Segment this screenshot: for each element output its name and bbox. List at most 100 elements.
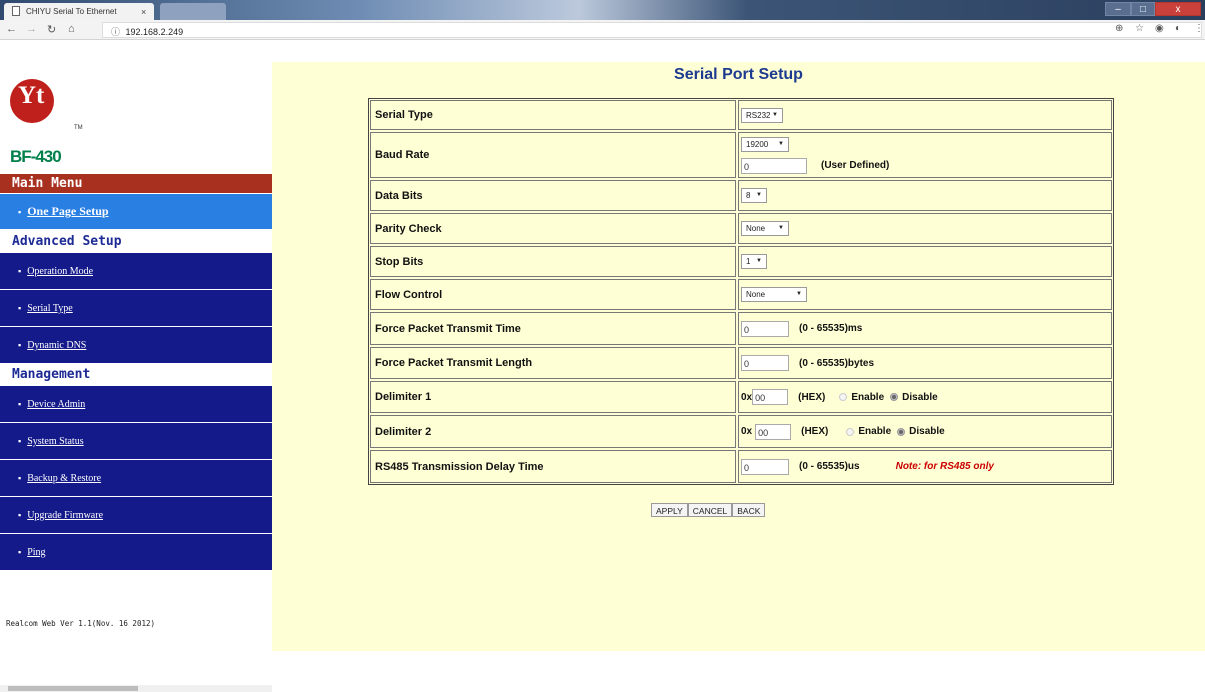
nav-operation-mode[interactable]: ▪ Operation Mode bbox=[0, 253, 272, 290]
row-value: None ▼ bbox=[738, 213, 1112, 244]
bullet-icon: ▪ bbox=[18, 510, 22, 520]
force-time-input[interactable]: 0 bbox=[741, 320, 789, 337]
dropdown-arrow-icon: ▼ bbox=[772, 111, 778, 118]
cancel-button[interactable]: CANCEL bbox=[687, 503, 733, 517]
enable-label: Enable bbox=[851, 391, 885, 403]
hex-label: (HEX) bbox=[798, 391, 826, 403]
nav-link[interactable]: System Status bbox=[27, 436, 83, 447]
nav-link[interactable]: Upgrade Firmware bbox=[27, 510, 103, 521]
row-label: Stop Bits bbox=[370, 246, 736, 277]
hex-label: (HEX) bbox=[801, 426, 829, 437]
nav-link[interactable]: Device Admin bbox=[27, 399, 85, 410]
serial-settings-table: Serial Type RS232 ▼ Baud Rate 19200 ▼ 0 (U… bbox=[368, 98, 1114, 485]
scrollbar-thumb[interactable] bbox=[8, 686, 138, 691]
table-row: Baud Rate 19200 ▼ 0 (User Defined) bbox=[370, 132, 1112, 178]
delimiter2-input[interactable]: 00 bbox=[755, 423, 792, 440]
nav-link[interactable]: Operation Mode bbox=[27, 266, 93, 277]
row-label: Baud Rate bbox=[370, 132, 736, 178]
bullet-icon: ▪ bbox=[18, 303, 22, 313]
extension-icon[interactable]: ◉ bbox=[1155, 23, 1164, 34]
enable-label: Enable bbox=[858, 426, 892, 437]
baud-rate-select[interactable]: 19200 ▼ bbox=[741, 136, 789, 152]
info-icon[interactable]: ⓘ bbox=[111, 27, 120, 37]
browser-tab[interactable]: CHIYU Serial To Ethernet × bbox=[4, 3, 154, 20]
parity-select[interactable]: None ▼ bbox=[741, 221, 789, 236]
model-name: BF-430 bbox=[10, 147, 62, 166]
rs485-delay-input[interactable]: 0 bbox=[741, 458, 789, 475]
nav-system-status[interactable]: ▪ System Status bbox=[0, 423, 272, 460]
flow-control-select[interactable]: None ▼ bbox=[741, 287, 807, 302]
extension-icon-2[interactable]: ◐ bbox=[1175, 23, 1181, 34]
bullet-icon: ▪ bbox=[18, 340, 22, 350]
nav-link[interactable]: Serial Type bbox=[27, 303, 73, 314]
management-header: Management bbox=[12, 367, 91, 382]
browser-tab-strip: CHIYU Serial To Ethernet × – □ x bbox=[0, 0, 1205, 20]
nav-one-page-setup[interactable]: ▪ One Page Setup bbox=[0, 194, 272, 230]
row-value: 0 (0 - 65535)ms bbox=[738, 312, 1112, 345]
form-buttons: APPLY CANCEL BACK bbox=[651, 503, 766, 517]
select-value: 1 bbox=[746, 257, 751, 266]
table-row: RS485 Transmission Delay Time 0 (0 - 655… bbox=[370, 450, 1112, 483]
row-value: 0 (0 - 65535)us Note: for RS485 only bbox=[738, 450, 1112, 483]
back-arrow-icon[interactable]: ← bbox=[6, 23, 17, 35]
nav-link[interactable]: One Page Setup bbox=[27, 204, 108, 218]
new-tab-button[interactable] bbox=[160, 3, 226, 20]
back-button[interactable]: BACK bbox=[732, 503, 766, 517]
delimiter2-disable-radio[interactable] bbox=[897, 427, 906, 436]
rs485-note: Note: for RS485 only bbox=[895, 461, 994, 472]
row-label: Force Packet Transmit Time bbox=[370, 312, 736, 345]
baud-user-input[interactable]: 0 bbox=[741, 157, 807, 174]
nav-serial-type[interactable]: ▪ Serial Type bbox=[0, 290, 272, 327]
row-label: Force Packet Transmit Length bbox=[370, 347, 736, 379]
row-label: Delimiter 2 bbox=[370, 415, 736, 448]
zoom-icon[interactable]: ⊕ bbox=[1115, 23, 1123, 34]
delimiter1-disable-radio[interactable] bbox=[890, 393, 899, 401]
tab-close-icon[interactable]: × bbox=[141, 7, 146, 17]
delimiter1-enable-radio[interactable] bbox=[839, 393, 848, 401]
horizontal-scrollbar[interactable] bbox=[0, 685, 272, 692]
nav-device-admin[interactable]: ▪ Device Admin bbox=[0, 386, 272, 423]
nav-ping[interactable]: ▪ Ping bbox=[0, 534, 272, 571]
bookmark-star-icon[interactable]: ☆ bbox=[1135, 23, 1144, 34]
close-window-button[interactable]: x bbox=[1155, 2, 1201, 16]
sidebar: Yt TM BF-430 Main Menu ▪ One Page Setup A… bbox=[0, 41, 272, 692]
nav-dynamic-dns[interactable]: ▪ Dynamic DNS bbox=[0, 327, 272, 364]
data-bits-select[interactable]: 8 ▼ bbox=[741, 188, 767, 203]
home-icon[interactable]: ⌂ bbox=[68, 23, 75, 35]
nav-upgrade-firmware[interactable]: ▪ Upgrade Firmware bbox=[0, 497, 272, 534]
main-menu-header: Main Menu bbox=[0, 174, 272, 193]
hex-prefix: 0x bbox=[741, 426, 753, 437]
url-text: 192.168.2.249 bbox=[125, 27, 184, 37]
select-value: 19200 bbox=[746, 139, 769, 149]
url-field[interactable]: ⓘ 192.168.2.249 bbox=[102, 22, 1202, 38]
nav-link[interactable]: Dynamic DNS bbox=[27, 340, 86, 351]
nav-link[interactable]: Backup & Restore bbox=[27, 473, 101, 484]
row-label: RS485 Transmission Delay Time bbox=[370, 450, 736, 483]
disable-label: Disable bbox=[909, 426, 945, 437]
table-row: Delimiter 1 0x 00 (HEX) Enable Disable bbox=[370, 381, 1112, 413]
delimiter2-enable-radio[interactable] bbox=[846, 427, 855, 436]
menu-icon[interactable]: ⋮ bbox=[1194, 23, 1204, 34]
nav-link[interactable]: Ping bbox=[27, 547, 45, 558]
dropdown-arrow-icon: ▼ bbox=[756, 258, 762, 264]
row-value: 1 ▼ bbox=[738, 246, 1112, 277]
dropdown-arrow-icon: ▼ bbox=[796, 291, 802, 297]
row-value: 0 (0 - 65535)bytes bbox=[738, 347, 1112, 379]
minimize-button[interactable]: – bbox=[1105, 2, 1131, 16]
bullet-icon: ▪ bbox=[18, 436, 22, 446]
stop-bits-select[interactable]: 1 ▼ bbox=[741, 254, 767, 269]
force-length-input[interactable]: 0 bbox=[741, 355, 789, 371]
forward-arrow-icon[interactable]: → bbox=[26, 23, 37, 35]
row-label: Delimiter 1 bbox=[370, 381, 736, 413]
force-time-range: (0 - 65535)ms bbox=[799, 323, 863, 334]
nav-backup-restore[interactable]: ▪ Backup & Restore bbox=[0, 460, 272, 497]
apply-button[interactable]: APPLY bbox=[651, 503, 688, 517]
row-value: 0x 00 (HEX) Enable Disable bbox=[738, 415, 1112, 448]
reload-icon[interactable]: ↻ bbox=[47, 23, 56, 36]
delimiter1-input[interactable]: 00 bbox=[752, 389, 789, 405]
bullet-icon: ▪ bbox=[18, 266, 22, 276]
select-value: RS232 bbox=[746, 110, 771, 120]
maximize-button[interactable]: □ bbox=[1131, 2, 1155, 16]
table-row: Flow Control None ▼ bbox=[370, 279, 1112, 310]
serial-type-select[interactable]: RS232 ▼ bbox=[741, 107, 783, 123]
